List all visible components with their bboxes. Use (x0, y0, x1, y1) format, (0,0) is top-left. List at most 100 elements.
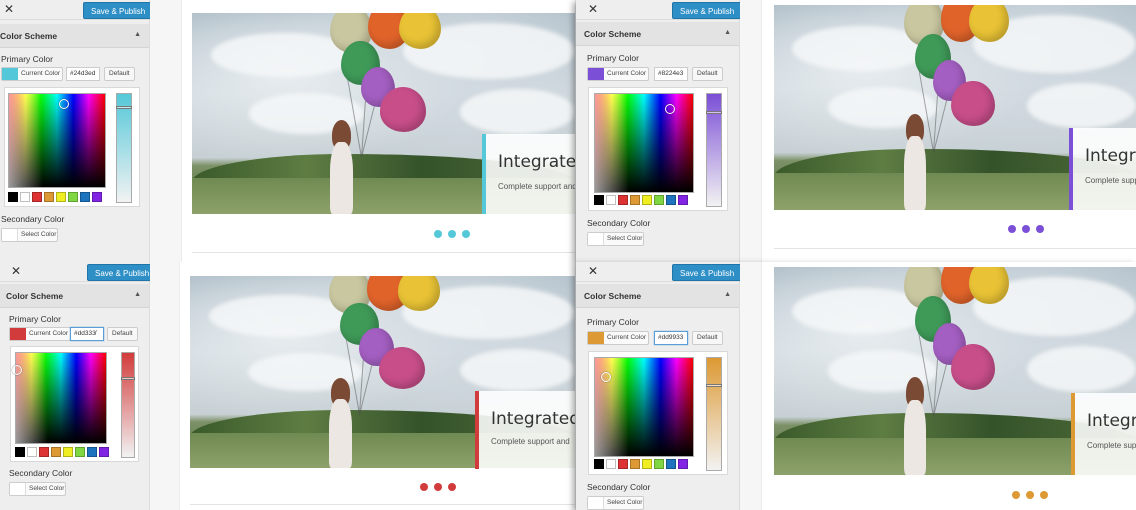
collapse-arrow-icon[interactable]: ▲ (724, 291, 731, 298)
secondary-color-label: Secondary Color (587, 218, 651, 228)
current-color-button[interactable]: Current Color (587, 67, 649, 81)
spectrum-handle[interactable] (665, 104, 675, 114)
slider-dot[interactable] (434, 483, 442, 491)
color-spectrum[interactable] (8, 93, 106, 188)
palette-swatch[interactable] (666, 195, 676, 205)
slider-dot[interactable] (1026, 491, 1034, 499)
color-spectrum[interactable] (594, 357, 694, 457)
customizer-header: ✕ Save & Publish (576, 262, 743, 282)
palette-swatch[interactable] (39, 447, 49, 457)
slider-dot[interactable] (1036, 225, 1044, 233)
select-color-button[interactable]: Select Color (1, 228, 58, 242)
palette-swatch[interactable] (594, 459, 604, 469)
spectrum-handle[interactable] (59, 99, 69, 109)
caption-title: Integrated (1085, 146, 1136, 166)
palette-swatch[interactable] (63, 447, 73, 457)
current-color-button[interactable]: Current Color (1, 67, 63, 81)
color-scheme-section[interactable]: Color Scheme ▲ (0, 24, 149, 48)
palette-swatch[interactable] (87, 447, 97, 457)
close-icon[interactable]: ✕ (588, 264, 598, 278)
save-publish-button[interactable]: Save & Publish (672, 264, 743, 281)
close-icon[interactable]: ✕ (4, 2, 14, 16)
default-button[interactable]: Default (104, 67, 135, 81)
palette-swatch[interactable] (51, 447, 61, 457)
palette-swatch[interactable] (99, 447, 109, 457)
palette-swatch[interactable] (654, 195, 664, 205)
collapse-arrow-icon[interactable]: ▲ (134, 31, 141, 38)
palette-swatch[interactable] (8, 192, 18, 202)
hex-color-input[interactable]: #24d3ed (66, 67, 100, 81)
hex-color-input[interactable]: #dd333̸ (70, 327, 104, 341)
slider-handle[interactable] (116, 106, 132, 109)
palette-swatch[interactable] (32, 192, 42, 202)
palette-swatch[interactable] (678, 459, 688, 469)
palette-swatch[interactable] (666, 459, 676, 469)
palette-swatch[interactable] (75, 447, 85, 457)
palette-swatch[interactable] (68, 192, 78, 202)
palette-swatch[interactable] (630, 195, 640, 205)
preview-gutter (150, 0, 182, 262)
color-scheme-section[interactable]: Color Scheme ▲ (576, 22, 739, 46)
save-publish-button[interactable]: Save & Publish (672, 2, 743, 19)
slider-dot[interactable] (462, 230, 470, 238)
palette-swatch[interactable] (20, 192, 30, 202)
close-icon[interactable]: ✕ (11, 264, 21, 278)
palette-swatch[interactable] (44, 192, 54, 202)
current-color-button[interactable]: Current Color (9, 327, 71, 341)
color-scheme-section[interactable]: Color Scheme ▲ (576, 284, 739, 308)
palette-swatch[interactable] (606, 459, 616, 469)
palette-swatch[interactable] (642, 195, 652, 205)
color-spectrum[interactable] (12, 352, 107, 444)
slider-dot[interactable] (1040, 491, 1048, 499)
palette-swatch[interactable] (618, 459, 628, 469)
hex-color-input[interactable]: #dd9933 (654, 331, 688, 345)
slider-handle[interactable] (706, 384, 722, 387)
slider-dot[interactable] (448, 483, 456, 491)
spectrum-handle[interactable] (601, 372, 611, 382)
palette-swatch[interactable] (80, 192, 90, 202)
default-button[interactable]: Default (107, 327, 138, 341)
slider-dot[interactable] (1022, 225, 1030, 233)
spectrum-handle[interactable] (12, 365, 22, 375)
palette-swatch[interactable] (618, 195, 628, 205)
caption-subtitle: Complete support and (1085, 176, 1136, 185)
slider-dot[interactable] (448, 230, 456, 238)
slider-dot[interactable] (1012, 491, 1020, 499)
collapse-arrow-icon[interactable]: ▲ (134, 291, 141, 298)
saturation-slider[interactable] (706, 357, 722, 471)
slider-handle[interactable] (706, 111, 722, 114)
current-color-button[interactable]: Current Color (587, 331, 649, 345)
palette-swatch[interactable] (56, 192, 66, 202)
palette-swatch[interactable] (594, 195, 604, 205)
select-color-label: Select Color (607, 235, 643, 242)
default-button[interactable]: Default (692, 331, 723, 345)
save-publish-button[interactable]: Save & Publish (87, 264, 158, 281)
select-color-button[interactable]: Select Color (587, 232, 644, 246)
close-icon[interactable]: ✕ (588, 2, 598, 16)
hex-color-input[interactable]: #8224e3 (654, 67, 688, 81)
saturation-slider[interactable] (116, 93, 132, 203)
slider-dot[interactable] (420, 483, 428, 491)
palette-swatch[interactable] (678, 195, 688, 205)
palette-swatch[interactable] (92, 192, 102, 202)
saturation-slider[interactable] (706, 93, 722, 207)
palette-swatch[interactable] (654, 459, 664, 469)
palette-swatch[interactable] (15, 447, 25, 457)
slider-dot[interactable] (434, 230, 442, 238)
palette-swatch[interactable] (630, 459, 640, 469)
palette-swatch[interactable] (27, 447, 37, 457)
select-color-button[interactable]: Select Color (9, 482, 66, 496)
default-button[interactable]: Default (692, 67, 723, 81)
palette-swatch[interactable] (606, 195, 616, 205)
palette-swatches (15, 447, 109, 457)
secondary-color-swatch (588, 233, 604, 245)
save-publish-button[interactable]: Save & Publish (83, 2, 154, 19)
palette-swatch[interactable] (642, 459, 652, 469)
color-scheme-section[interactable]: Color Scheme ▲ (0, 284, 149, 308)
saturation-slider[interactable] (121, 352, 135, 458)
slider-dot[interactable] (1008, 225, 1016, 233)
collapse-arrow-icon[interactable]: ▲ (724, 29, 731, 36)
color-spectrum[interactable] (594, 93, 694, 193)
select-color-button[interactable]: Select Color (587, 496, 644, 510)
slider-handle[interactable] (121, 377, 135, 380)
